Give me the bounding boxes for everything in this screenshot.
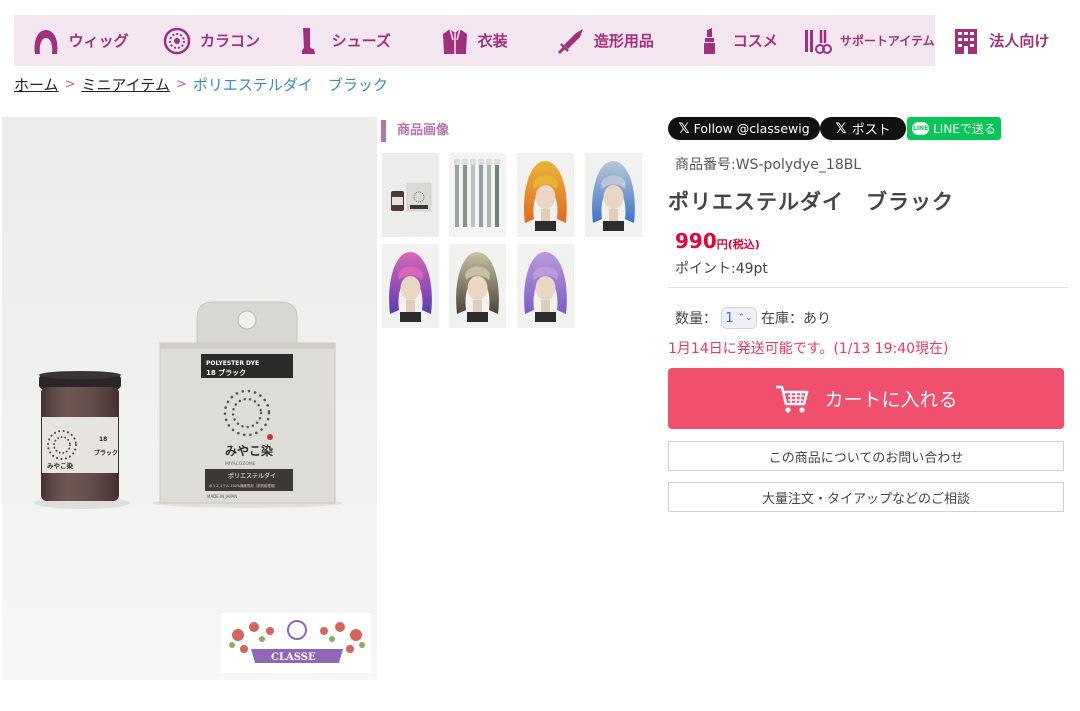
x-logo-icon: 𝕏 <box>678 120 690 137</box>
x-post-button[interactable]: 𝕏 ポスト <box>820 117 906 140</box>
gallery-title: 商品画像 <box>381 120 449 142</box>
nav-label: カラコン <box>199 32 260 50</box>
jar-brand: みやこ染 <box>47 461 74 470</box>
nav-label: コスメ <box>732 32 778 50</box>
x-post-label: ポスト <box>851 123 891 138</box>
nav-item-cosme[interactable]: コスメ <box>671 15 802 66</box>
nav-item-costume[interactable]: 衣装 <box>408 15 539 66</box>
nav-label: シューズ <box>331 32 391 50</box>
product-inquiry-button[interactable]: この商品についてのお問い合わせ <box>668 441 1064 471</box>
box-made: MADE IN JAPAN <box>207 494 237 499</box>
line-share-label: LINEで送る <box>933 122 996 136</box>
box-brand: みやこ染 <box>225 443 274 458</box>
contact-lens-icon <box>162 26 192 56</box>
main-product-image[interactable]: POLYESTER DYE 18 ブラック みやこ染 MIYACOZOME ポリ… <box>2 117 377 680</box>
classe-watermark-logo: CLASSE <box>221 613 371 673</box>
category-nav: ウィッグ カラコン シューズ 衣装 造形用品 コスメ サポートアイテム 法人向け <box>14 15 1066 66</box>
thumb-silver-wig[interactable] <box>585 153 642 237</box>
nav-item-wig[interactable]: ウィッグ <box>14 15 145 66</box>
jar-label-text: ブラック <box>94 449 118 457</box>
box-band-2: ポリエステル 100%繊維専用（前熱処理用） <box>209 483 277 488</box>
breadcrumb-current: ポリエステルダイ ブラック <box>192 76 388 94</box>
nav-label: サポートアイテム <box>839 34 935 48</box>
product-points: ポイント:49pt <box>675 261 768 277</box>
nav-item-props[interactable]: 造形用品 <box>539 15 670 66</box>
divider <box>668 287 1068 288</box>
breadcrumb-separator: > <box>64 77 76 92</box>
costume-icon <box>440 26 470 56</box>
bulk-order-button[interactable]: 大量注文・タイアップなどのご相談 <box>668 482 1064 512</box>
wig-icon <box>31 26 61 56</box>
quantity-label: 数量： <box>675 311 717 327</box>
product-title: ポリエステルダイ ブラック <box>668 190 954 214</box>
thumb-yellow-wig[interactable] <box>517 153 574 237</box>
box-label-line2: 18 ブラック <box>206 368 246 377</box>
thumb-swatches[interactable] <box>449 153 506 237</box>
product-sku: 商品番号:WS-polydye_18BL <box>675 157 862 173</box>
line-logo-icon: LINE <box>912 122 930 135</box>
dye-box: POLYESTER DYE 18 ブラック みやこ染 MIYACOZOME ポリ… <box>159 301 336 504</box>
nav-item-support[interactable]: サポートアイテム <box>802 15 935 66</box>
price-unit: 円(税込) <box>716 238 760 251</box>
sword-icon <box>556 26 586 56</box>
breadcrumb-home-link[interactable]: ホーム <box>14 74 59 95</box>
box-label-line1: POLYESTER DYE <box>206 360 259 367</box>
nav-label: 法人向け <box>989 32 1050 50</box>
quantity-select[interactable]: 1 ⌃⌄ <box>721 307 757 329</box>
lipstick-icon <box>695 26 725 56</box>
thumb-pink-wig[interactable] <box>382 244 439 328</box>
boot-icon <box>294 26 324 56</box>
nav-label: ウィッグ <box>68 32 129 50</box>
product-price: 990円(税込) <box>675 229 760 253</box>
shipping-note: 1月14日に発送可能です。(1/13 19:40現在) <box>668 341 949 357</box>
breadcrumb-category-link[interactable]: ミニアイテム <box>81 74 170 95</box>
watermark-text: CLASSE <box>271 652 316 663</box>
price-value: 990 <box>675 229 717 253</box>
dye-jar: 18 ブラック みやこ染 <box>39 371 121 501</box>
quantity-row: 数量： 1 ⌃⌄ 在庫：あり <box>675 307 831 329</box>
stock-status: 在庫：あり <box>761 311 831 327</box>
jar-label-num: 18 <box>99 436 107 443</box>
cart-icon <box>774 383 810 415</box>
breadcrumb-separator: > <box>175 77 187 92</box>
line-share-button[interactable]: LINE LINEで送る <box>907 117 1001 140</box>
nav-label: 衣装 <box>477 32 508 50</box>
box-brand-sub: MIYACOZOME <box>225 461 256 467</box>
nav-label: 造形用品 <box>593 32 654 50</box>
chevron-up-down-icon: ⌃⌄ <box>737 312 753 323</box>
building-icon <box>951 26 981 56</box>
thumb-lavender-wig[interactable] <box>517 244 574 328</box>
x-logo-icon: 𝕏 <box>835 120 847 137</box>
thumb-product[interactable] <box>382 153 439 237</box>
add-to-cart-label: カートに入れる <box>824 389 958 411</box>
add-to-cart-button[interactable]: カートに入れる <box>668 368 1064 429</box>
quantity-value: 1 <box>725 310 734 326</box>
thumb-ash-wig[interactable] <box>449 244 506 328</box>
nav-item-business[interactable]: 法人向け <box>934 15 1066 66</box>
x-follow-label: Follow @classewig <box>693 121 810 136</box>
nav-item-contact-lens[interactable]: カラコン <box>145 15 276 66</box>
box-band-1: ポリエステルダイ <box>228 472 276 480</box>
breadcrumb: ホーム > ミニアイテム > ポリエステルダイ ブラック <box>14 74 388 95</box>
support-tools-icon <box>802 26 832 56</box>
nav-item-shoes[interactable]: シューズ <box>277 15 408 66</box>
x-follow-button[interactable]: 𝕏 Follow @classewig <box>668 117 820 140</box>
